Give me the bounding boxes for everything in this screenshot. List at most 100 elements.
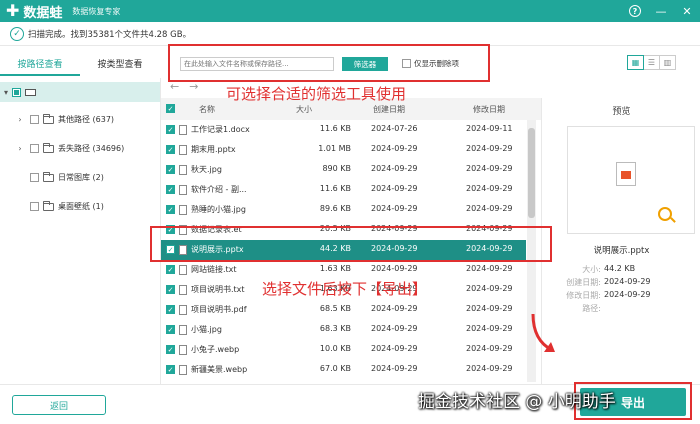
file-type-icon bbox=[179, 125, 187, 135]
file-created: 2024-09-29 bbox=[371, 324, 418, 333]
help-icon: ? bbox=[629, 5, 641, 17]
folder-icon bbox=[43, 142, 54, 153]
app-logo: ✚ 数据蛙 数据恢复专家 bbox=[6, 2, 120, 21]
file-type-icon bbox=[179, 265, 187, 275]
preview-meta-label: 路径: bbox=[582, 304, 601, 313]
search-input[interactable] bbox=[180, 57, 334, 71]
grid-view-icon[interactable]: ▦ bbox=[627, 55, 644, 70]
tree-item-checkbox[interactable] bbox=[30, 144, 39, 153]
filter-button[interactable]: 筛选器 bbox=[342, 57, 388, 71]
column-modified[interactable]: 修改日期 bbox=[473, 104, 505, 115]
file-size: 1.01 MB bbox=[318, 144, 351, 153]
row-checkbox[interactable]: ✓ bbox=[166, 285, 175, 294]
window-controls: ? — ✕ bbox=[622, 0, 700, 22]
table-row[interactable]: ✓ 工作记录1.docx 11.6 KB 2024-07-26 2024-09-11 bbox=[161, 120, 526, 140]
row-checkbox[interactable]: ✓ bbox=[166, 265, 175, 274]
row-checkbox[interactable]: ✓ bbox=[166, 345, 175, 354]
file-type-icon bbox=[179, 145, 187, 155]
red-arrow-icon bbox=[531, 313, 555, 352]
tree-item-checkbox[interactable] bbox=[30, 115, 39, 124]
detail-view-icon[interactable]: ▥ bbox=[659, 55, 676, 70]
tree-item-daily-gallery[interactable]: 日常图库 (2) bbox=[16, 171, 104, 183]
column-name[interactable]: 名称 bbox=[199, 104, 215, 115]
list-view-icon[interactable]: ☰ bbox=[643, 55, 660, 70]
chevron-right-icon[interactable]: › bbox=[16, 144, 24, 153]
tree-item-label: 桌面壁纸 (1) bbox=[58, 202, 104, 211]
file-created: 2024-07-26 bbox=[371, 124, 418, 133]
close-button[interactable]: ✕ bbox=[674, 0, 700, 22]
row-checkbox[interactable]: ✓ bbox=[166, 125, 175, 134]
row-checkbox[interactable]: ✓ bbox=[166, 325, 175, 334]
row-checkbox[interactable]: ✓ bbox=[166, 205, 175, 214]
back-button[interactable]: 返回 bbox=[12, 395, 106, 415]
column-size[interactable]: 大小 bbox=[296, 104, 312, 115]
row-checkbox[interactable]: ✓ bbox=[166, 185, 175, 194]
forward-arrow-icon[interactable]: → bbox=[189, 80, 208, 93]
file-modified: 2024-09-29 bbox=[466, 364, 513, 373]
scan-status-text: 扫描完成。找到35381个文件共4.28 GB。 bbox=[28, 29, 192, 40]
row-checkbox[interactable]: ✓ bbox=[166, 365, 175, 374]
file-size: 68.5 KB bbox=[319, 304, 351, 313]
app-subtitle: 数据恢复专家 bbox=[72, 6, 121, 16]
chevron-right-icon[interactable]: › bbox=[16, 115, 24, 124]
minimize-button[interactable]: — bbox=[648, 0, 674, 22]
file-type-icon bbox=[179, 345, 187, 355]
file-created: 2024-09-29 bbox=[371, 364, 418, 373]
scan-status-bar: ✓ 扫描完成。找到35381个文件共4.28 GB。 bbox=[0, 22, 700, 46]
preview-file-name: 说明展示.pptx bbox=[593, 246, 650, 256]
title-bar: ✚ 数据蛙 数据恢复专家 ? — ✕ bbox=[0, 0, 700, 22]
tab-by-type[interactable]: 按类型查看 bbox=[80, 56, 160, 76]
tree-item-checkbox[interactable] bbox=[30, 202, 39, 211]
file-modified: 2024-09-29 bbox=[466, 284, 513, 293]
table-row[interactable]: ✓ 网站链接.txt 1.63 KB 2024-09-29 2024-09-29 bbox=[161, 260, 526, 280]
preview-meta-value: 2024-09-29 bbox=[604, 277, 651, 286]
chevron-down-icon[interactable]: ▾ bbox=[2, 88, 10, 97]
watermark: 掘金技术社区 @ 小明助手 bbox=[418, 392, 616, 412]
tree-item-desktop-wallpaper[interactable]: 桌面壁纸 (1) bbox=[16, 200, 104, 212]
folder-icon bbox=[43, 200, 54, 211]
export-tip-annotation: 选择文件后按下【导出】 bbox=[262, 280, 428, 298]
row-checkbox[interactable]: ✓ bbox=[166, 305, 175, 314]
filter-toolbar: 筛选器 仅显示删除项 bbox=[168, 44, 490, 82]
folder-tree: ▾ › 其他路径 (637) › 丢失路径 (34696) 日常图库 (2) 桌 bbox=[0, 82, 160, 382]
table-row[interactable]: ✓ 小猫.jpg 68.3 KB 2024-09-29 2024-09-29 bbox=[161, 320, 526, 340]
select-all-checkbox[interactable]: ✓ bbox=[166, 104, 175, 113]
table-row[interactable]: ✓ 小兔子.webp 10.0 KB 2024-09-29 2024-09-29 bbox=[161, 340, 526, 360]
table-row[interactable]: ✓ 项目说明书.pdf 68.5 KB 2024-09-29 2024-09-29 bbox=[161, 300, 526, 320]
scrollbar-thumb[interactable] bbox=[528, 128, 535, 218]
magnifier-icon[interactable] bbox=[658, 207, 672, 221]
table-row[interactable]: ✓ 期末用.pptx 1.01 MB 2024-09-29 2024-09-29 bbox=[161, 140, 526, 160]
file-created: 2024-09-29 bbox=[371, 164, 418, 173]
column-created[interactable]: 创建日期 bbox=[373, 104, 405, 115]
table-row[interactable]: ✓ 秋天.jpg 890 KB 2024-09-29 2024-09-29 bbox=[161, 160, 526, 180]
tree-root-drive[interactable]: ▾ bbox=[0, 82, 160, 102]
tree-item-checkbox[interactable] bbox=[30, 173, 39, 182]
table-row[interactable]: ✓ 熟睡的小猫.jpg 89.6 KB 2024-09-29 2024-09-29 bbox=[161, 200, 526, 220]
history-nav: ←→ bbox=[170, 80, 208, 93]
preview-thumbnail bbox=[567, 126, 695, 234]
help-button[interactable]: ? bbox=[622, 0, 648, 22]
preview-meta-value: 2024-09-29 bbox=[604, 290, 651, 299]
tree-item-lost-paths[interactable]: › 丢失路径 (34696) bbox=[16, 142, 124, 154]
file-modified: 2024-09-29 bbox=[466, 164, 513, 173]
drive-icon bbox=[25, 88, 36, 96]
deleted-only-checkbox[interactable] bbox=[402, 59, 411, 68]
tree-root-checkbox[interactable] bbox=[12, 87, 21, 97]
file-created: 2024-09-29 bbox=[371, 344, 418, 353]
selection-highlight-frame bbox=[150, 226, 552, 262]
view-tabs: 按路径查看 按类型查看 bbox=[0, 56, 160, 76]
tree-item-label: 其他路径 (637) bbox=[58, 115, 115, 124]
table-row[interactable]: ✓ 新疆美景.webp 67.0 KB 2024-09-29 2024-09-29 bbox=[161, 360, 526, 380]
row-checkbox[interactable]: ✓ bbox=[166, 165, 175, 174]
file-size: 89.6 KB bbox=[319, 204, 351, 213]
file-size: 890 KB bbox=[322, 164, 351, 173]
table-row[interactable]: ✓ 软件介绍 - 副... 11.6 KB 2024-09-29 2024-09-29 bbox=[161, 180, 526, 200]
app-window: ✚ 数据蛙 数据恢复专家 ? — ✕ ✓ 扫描完成。找到35381个文件共4.2… bbox=[0, 0, 700, 424]
back-arrow-icon[interactable]: ← bbox=[170, 80, 189, 93]
tree-item-other-paths[interactable]: › 其他路径 (637) bbox=[16, 113, 115, 125]
row-checkbox[interactable]: ✓ bbox=[166, 145, 175, 154]
file-created: 2024-09-29 bbox=[371, 144, 418, 153]
tab-by-path[interactable]: 按路径查看 bbox=[0, 56, 80, 76]
file-type-icon bbox=[179, 185, 187, 195]
file-size: 11.6 KB bbox=[319, 184, 351, 193]
